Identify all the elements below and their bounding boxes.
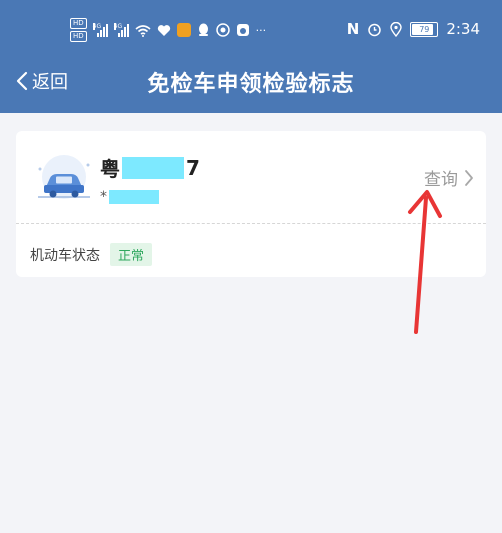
signal-icon-1: 4G xyxy=(92,23,108,37)
location-icon xyxy=(390,21,403,37)
subinfo-prefix: * xyxy=(100,189,107,205)
status-bar: HD HD 4G 4G ··· N 79 2:34 xyxy=(0,14,502,46)
status-right-icons: N 79 2:34 xyxy=(347,20,480,38)
heart-icon xyxy=(157,24,170,36)
status-left-icons: HD HD 4G 4G ··· xyxy=(70,18,266,42)
page-title: 免检车申领检验标志 xyxy=(147,72,355,97)
plate-suffix: 7 xyxy=(186,155,200,180)
signal-icon-2: 4G xyxy=(113,23,129,37)
app-header: HD HD 4G 4G ··· N 79 2:34 返回 免检车申领检验标志 xyxy=(0,0,502,113)
hd-badge-bottom: HD xyxy=(70,31,87,42)
hd-badge-top: HD xyxy=(70,18,87,29)
more-notifications-icon: ··· xyxy=(255,23,267,37)
hd-indicator: HD HD xyxy=(70,18,87,42)
plate-redaction xyxy=(122,156,184,179)
car-icon xyxy=(38,155,90,199)
vehicle-status-row: 机动车状态 正常 xyxy=(30,243,153,266)
vehicle-subinfo: * xyxy=(100,189,159,205)
nfc-icon: N xyxy=(346,20,360,38)
qq-icon xyxy=(198,23,208,36)
nav-bar: 返回 免检车申领检验标志 xyxy=(0,58,502,106)
alarm-icon xyxy=(368,23,382,36)
battery-level: 79 xyxy=(419,24,430,34)
status-badge: 正常 xyxy=(110,243,153,266)
camera-app-icon xyxy=(215,23,230,37)
subinfo-redaction xyxy=(109,190,159,204)
battery-icon: 79 xyxy=(410,21,439,37)
plate-prefix: 粤 xyxy=(100,157,120,181)
vehicle-status-label: 机动车状态 xyxy=(30,247,100,264)
chevron-right-icon xyxy=(465,169,473,186)
baidu-app-icon xyxy=(236,24,249,36)
status-time: 2:34 xyxy=(446,20,480,38)
plate-number: 粤 7 xyxy=(100,153,200,182)
app-notification-icon xyxy=(176,23,191,37)
red-arrow-annotation xyxy=(408,190,442,334)
wifi-icon xyxy=(135,24,151,37)
